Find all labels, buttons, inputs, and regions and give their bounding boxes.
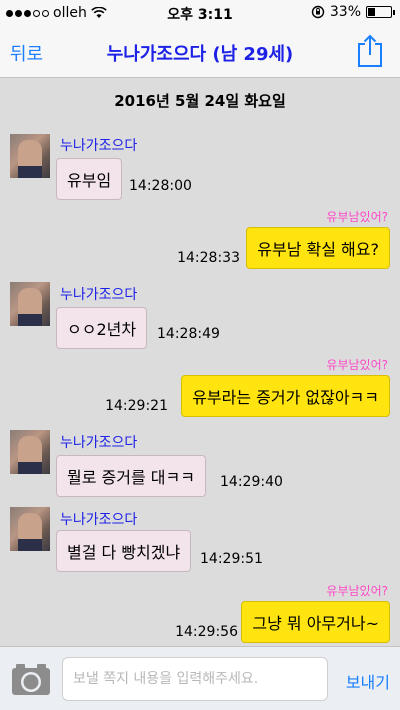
message-time: 14:29:51: [200, 551, 263, 567]
sender-name: 누나가조으다: [60, 435, 138, 451]
sender-avatar[interactable]: [10, 507, 50, 551]
conversation-title: 누나가조으다 (남 29세): [106, 44, 294, 65]
message-bubble-incoming[interactable]: 뭘로 증거를 대ㅋㅋ: [56, 455, 206, 497]
sender-avatar[interactable]: [10, 430, 50, 474]
outgoing-label: 유부남있어?: [326, 584, 388, 598]
message-time: 14:28:00: [129, 178, 192, 194]
status-right: 33%: [311, 4, 395, 20]
rotation-lock-icon: [311, 5, 325, 19]
message-input-bar: 보내기: [0, 646, 400, 710]
sender-name: 누나가조으다: [60, 512, 138, 528]
battery-percent: 33%: [329, 4, 361, 20]
status-bar: olleh 오후 3:11 33%: [0, 0, 400, 26]
nav-bar: 뒤로 누나가조으다 (남 29세): [0, 26, 400, 78]
message-time: 14:29:21: [105, 398, 168, 414]
battery-icon: [366, 6, 395, 18]
share-icon[interactable]: [356, 34, 384, 68]
message-time: 14:28:49: [157, 326, 220, 342]
message-bubble-incoming[interactable]: ㅇㅇ2년차: [56, 307, 148, 349]
message-time: 14:28:33: [177, 250, 240, 266]
message-bubble-outgoing[interactable]: 유부라는 증거가 없잖아ㅋㅋ: [181, 375, 390, 417]
battery-fill: [368, 8, 376, 16]
camera-icon[interactable]: [10, 661, 52, 697]
back-button[interactable]: 뒤로: [10, 40, 43, 66]
sender-avatar[interactable]: [10, 282, 50, 326]
message-bubble-incoming[interactable]: 별걸 다 빵치겠냐: [56, 530, 192, 572]
message-input[interactable]: [62, 657, 328, 701]
send-button[interactable]: 보내기: [346, 669, 390, 693]
message-bubble-outgoing[interactable]: 유부남 확실 해요?: [246, 227, 390, 269]
message-time: 14:29:40: [220, 474, 283, 490]
outgoing-label: 유부남있어?: [326, 358, 388, 372]
sender-name: 누나가조으다: [60, 138, 138, 154]
sender-name: 누나가조으다: [60, 287, 138, 303]
outgoing-label: 유부남있어?: [326, 210, 388, 224]
message-bubble-incoming[interactable]: 유부임: [56, 158, 123, 200]
message-time: 14:29:56: [175, 624, 238, 640]
message-bubble-outgoing[interactable]: 그냥 뭐 아무거나~: [241, 601, 390, 643]
date-header: 2016년 5월 24일 화요일: [114, 92, 286, 110]
sender-avatar[interactable]: [10, 134, 50, 178]
